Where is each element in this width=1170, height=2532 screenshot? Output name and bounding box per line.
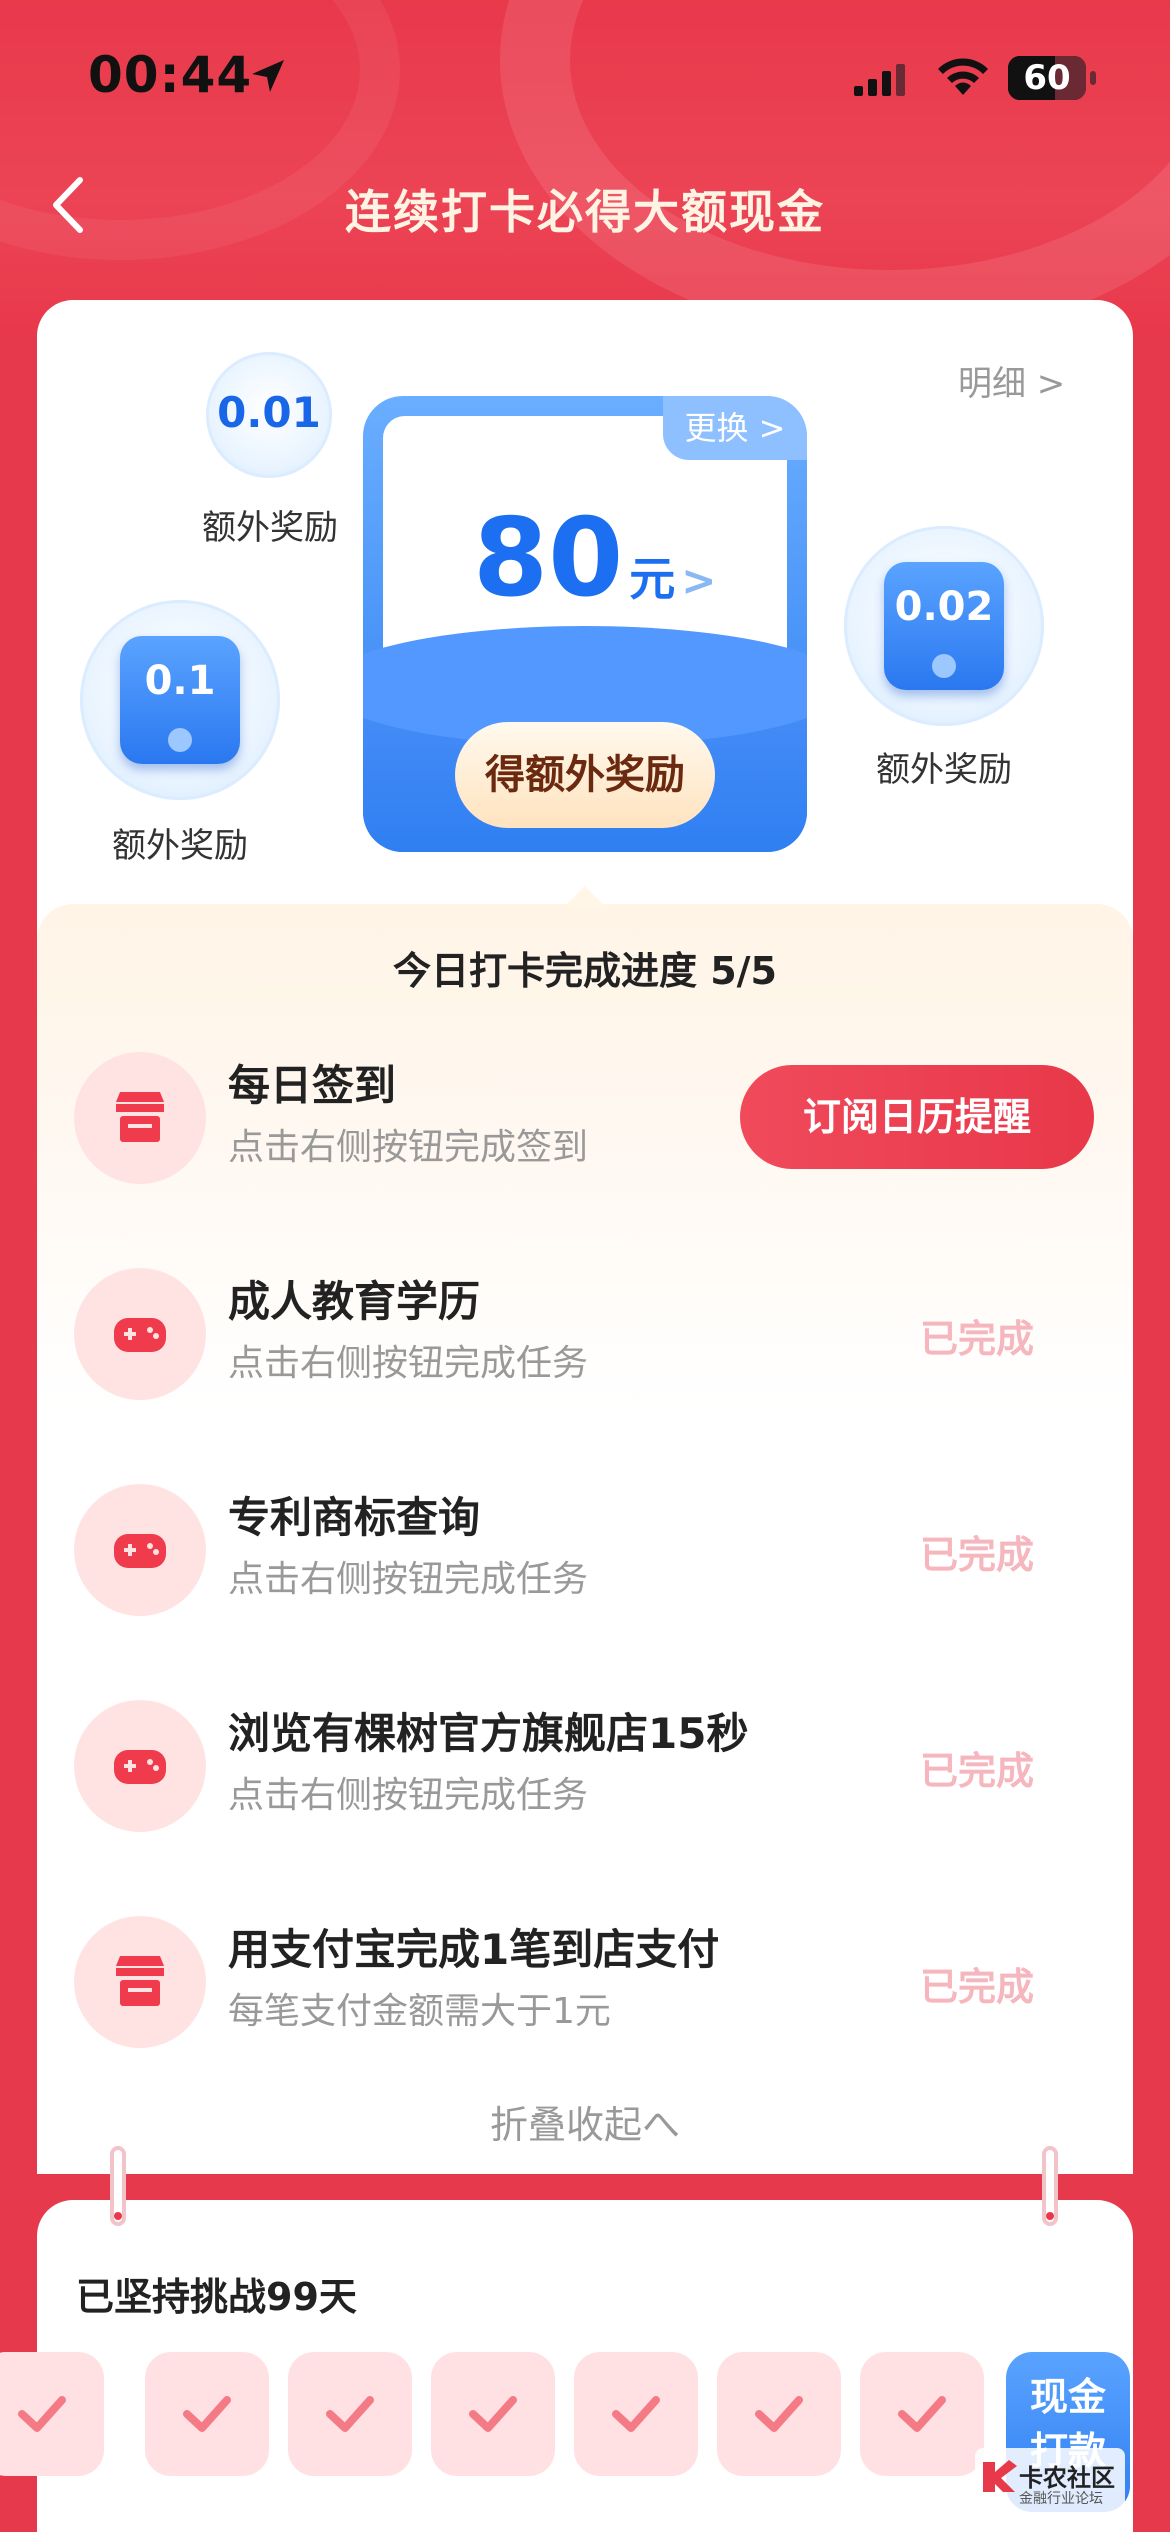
detail-link[interactable]: 明细 > [958, 356, 1065, 405]
chevron-right-icon: > [681, 556, 717, 605]
checkmark-icon [326, 2396, 374, 2432]
bonus-label: 额外奖励 [112, 826, 248, 866]
day-checked [288, 2352, 412, 2476]
task-subtitle: 点击右侧按钮完成签到 [228, 1127, 589, 1168]
task-title: 用支付宝完成1笔到店支付 [228, 1925, 720, 1974]
cash-label-line1: 现金 [1029, 2375, 1106, 2419]
wifi-icon [938, 58, 988, 95]
bonus-label: 额外奖励 [876, 750, 1012, 790]
streak-title: 已坚持挑战99天 [76, 2275, 357, 2319]
task-item: 成人教育学历 点击右侧按钮完成任务 已完成 [74, 1264, 1094, 1404]
location-arrow-icon [252, 60, 284, 92]
bonus-bubble[interactable]: 0.1 [80, 600, 280, 800]
watermark-sub: 金融行业论坛 [1019, 2491, 1103, 2507]
day-checked [0, 2352, 104, 2476]
gamepad-icon [74, 1484, 206, 1616]
amount-value: 80 [473, 496, 624, 621]
task-title: 成人教育学历 [228, 1277, 481, 1326]
status-bar: 00:44 60 [0, 0, 1170, 150]
day-checked [717, 2352, 841, 2476]
page-title: 连续打卡必得大额现金 [345, 185, 825, 239]
checkmark-icon [18, 2396, 66, 2432]
checkmark-icon [469, 2396, 517, 2432]
wallet-icon: 0.1 [120, 636, 240, 764]
status-time: 00:44 [88, 46, 253, 104]
watermark-logo-icon [983, 2460, 1017, 2492]
checkmark-icon [612, 2396, 660, 2432]
progress-title: 今日打卡完成进度 5/5 [393, 949, 777, 993]
bonus-bubble[interactable]: 0.02 [844, 526, 1044, 726]
task-status: 已完成 [920, 1749, 1035, 1793]
reward-amount: 80 元 > [473, 496, 717, 621]
task-title: 每日签到 [228, 1061, 397, 1110]
day-checked [574, 2352, 698, 2476]
task-item: 专利商标查询 点击右侧按钮完成任务 已完成 [74, 1480, 1094, 1620]
panel-pointer [565, 886, 605, 906]
collapse-button[interactable]: 折叠收起へ [0, 2094, 1170, 2149]
bonus-label: 额外奖励 [202, 508, 338, 548]
wallet-icon: 0.02 [884, 562, 1004, 690]
task-subtitle: 点击右侧按钮完成任务 [228, 1343, 589, 1384]
task-item: 浏览有棵树官方旗舰店15秒 点击右侧按钮完成任务 已完成 [74, 1696, 1094, 1836]
bonus-value: 0.02 [894, 584, 994, 630]
signal-icon [854, 64, 905, 96]
task-subtitle: 点击右侧按钮完成任务 [228, 1559, 589, 1600]
gamepad-icon [74, 1700, 206, 1832]
card-pin [110, 2146, 126, 2226]
store-icon [74, 1916, 206, 2048]
checkmark-icon [898, 2396, 946, 2432]
card-pin [1042, 2146, 1058, 2226]
day-checked [431, 2352, 555, 2476]
day-checked [860, 2352, 984, 2476]
checkmark-icon [183, 2396, 231, 2432]
task-title: 浏览有棵树官方旗舰店15秒 [228, 1709, 749, 1758]
task-subtitle: 每笔支付金额需大于1元 [228, 1991, 611, 2032]
watermark: 卡农社区 金融行业论坛 [975, 2448, 1125, 2518]
bonus-value: 0.1 [144, 658, 216, 704]
battery-icon: 60 [1008, 56, 1096, 100]
bonus-bubble[interactable]: 0.01 [206, 352, 332, 478]
gamepad-icon [74, 1268, 206, 1400]
task-status: 已完成 [920, 1965, 1035, 2009]
main-reward-card[interactable]: 更换 > 80 元 > 得额外奖励 [363, 396, 807, 852]
amount-unit: 元 [629, 552, 676, 606]
task-status: 已完成 [920, 1533, 1035, 1577]
checkmark-icon [755, 2396, 803, 2432]
get-extra-reward-button[interactable]: 得额外奖励 [455, 722, 715, 828]
task-status: 已完成 [920, 1317, 1035, 1361]
subscribe-calendar-button[interactable]: 订阅日历提醒 [740, 1065, 1094, 1169]
bonus-value: 0.01 [217, 388, 321, 437]
change-button[interactable]: 更换 > [663, 396, 807, 460]
task-title: 专利商标查询 [228, 1493, 481, 1542]
store-icon [74, 1052, 206, 1184]
day-checked [145, 2352, 269, 2476]
task-subtitle: 点击右侧按钮完成任务 [228, 1775, 589, 1816]
task-item: 用支付宝完成1笔到店支付 每笔支付金额需大于1元 已完成 [74, 1912, 1094, 2052]
battery-level: 60 [1023, 58, 1071, 98]
